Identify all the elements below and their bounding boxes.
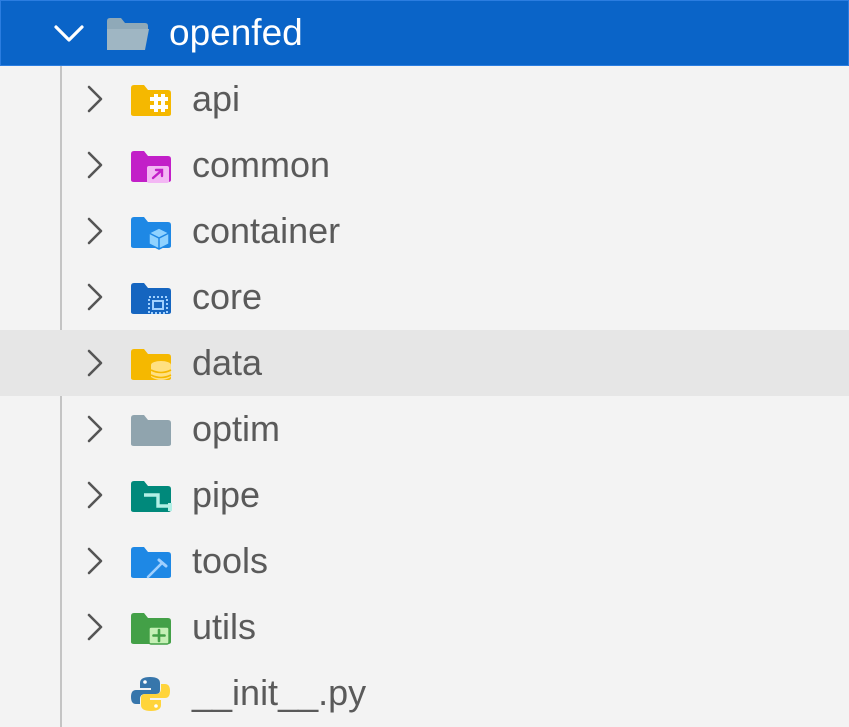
chevron-right-icon[interactable]: [84, 215, 106, 247]
python-file-icon: [131, 677, 170, 711]
chevron-right-icon[interactable]: [84, 611, 106, 643]
folder-database-icon: [131, 349, 172, 380]
tree-item-tools[interactable]: tools: [0, 528, 849, 594]
file-explorer-tree: openfed api common container core data o…: [0, 0, 849, 727]
tree-item-label: __init__.py: [192, 672, 367, 713]
chevron-right-icon[interactable]: [84, 413, 106, 445]
folder-container-icon: [131, 217, 171, 250]
tree-item-common[interactable]: common: [0, 132, 849, 198]
folder-api-icon: [131, 85, 171, 116]
tree-item-label: tools: [192, 540, 269, 581]
tree-root-label: openfed: [169, 12, 303, 53]
tree-item-label: optim: [192, 408, 281, 449]
tree-item-label: api: [192, 78, 241, 119]
tree-item-api[interactable]: api: [0, 66, 849, 132]
chevron-right-icon[interactable]: [84, 83, 106, 115]
folder-open-icon: [107, 18, 149, 50]
tree-root-openfed[interactable]: openfed: [0, 0, 849, 66]
tree-item-label: core: [192, 276, 263, 317]
tree-item-label: container: [192, 210, 341, 251]
chevron-right-icon[interactable]: [84, 281, 106, 313]
tree-item-label: data: [192, 342, 263, 383]
folder-pipe-icon: [131, 481, 172, 512]
tree-item-label: pipe: [192, 474, 261, 515]
chevron-right-icon[interactable]: [84, 545, 106, 577]
chevron-right-icon[interactable]: [84, 479, 106, 511]
folder-tools-icon: [131, 547, 171, 579]
folder-icon: [131, 415, 171, 446]
folder-shared-icon: [131, 151, 171, 183]
chevron-down-icon[interactable]: [51, 19, 87, 49]
tree-item-core[interactable]: core: [0, 264, 849, 330]
tree-item-data[interactable]: data: [0, 330, 849, 396]
folder-utils-icon: [131, 613, 171, 645]
tree-item-utils[interactable]: utils: [0, 594, 849, 660]
tree-item-container[interactable]: container: [0, 198, 849, 264]
tree-item-pipe[interactable]: pipe: [0, 462, 849, 528]
tree-item-label: utils: [192, 606, 257, 647]
tree-item-optim[interactable]: optim: [0, 396, 849, 462]
folder-core-icon: [131, 283, 171, 314]
tree-item-init-py[interactable]: __init__.py: [0, 660, 849, 726]
tree-item-label: common: [192, 144, 331, 185]
chevron-right-icon[interactable]: [84, 149, 106, 181]
chevron-right-icon[interactable]: [84, 347, 106, 379]
